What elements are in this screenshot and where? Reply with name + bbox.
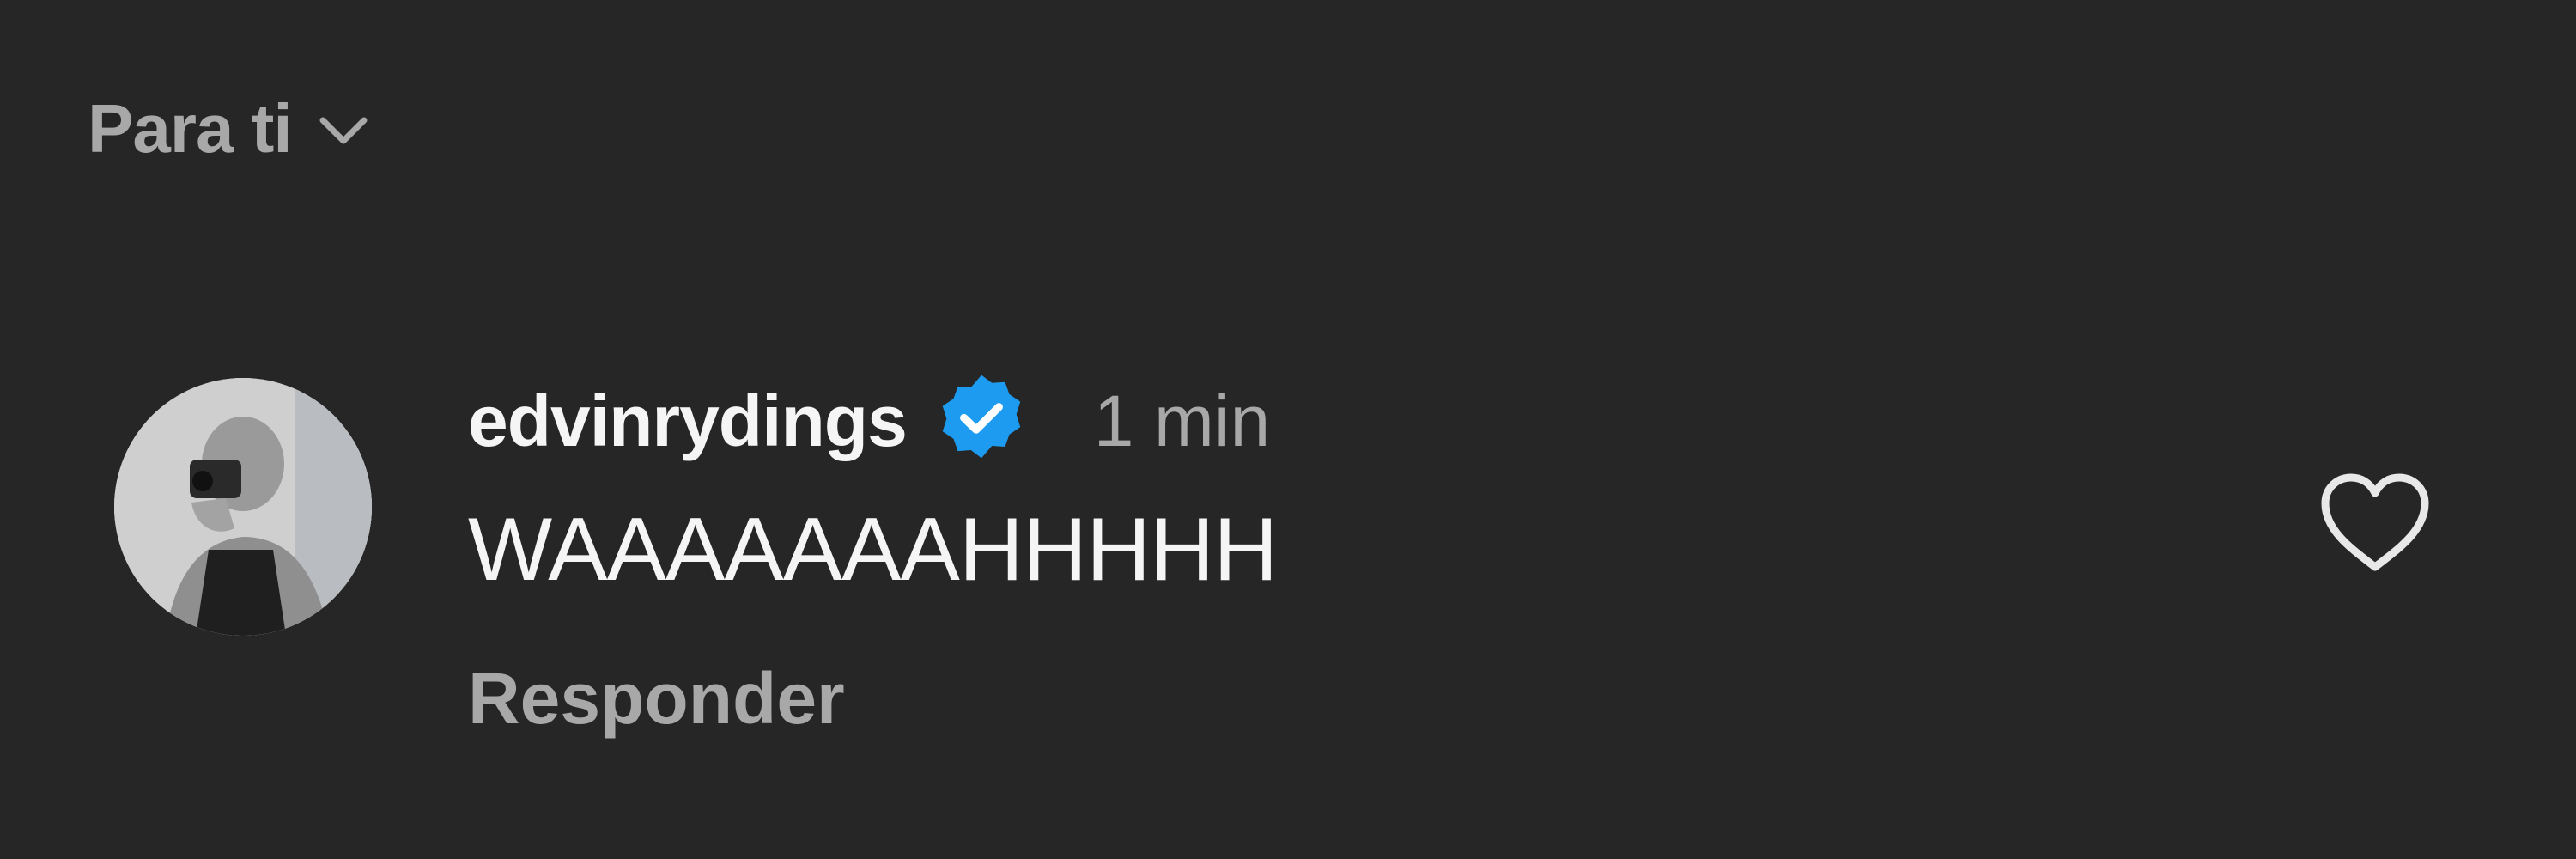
avatar[interactable] [114, 378, 372, 636]
comment-header: edvinrydings 1 min [468, 369, 1277, 472]
avatar-photo [114, 378, 372, 636]
comment: edvinrydings 1 min WAAAAAAAHHHHH Respond… [468, 369, 1278, 740]
heart-outline-icon [2321, 473, 2429, 571]
sort-filter-dropdown[interactable]: Para ti [88, 86, 369, 172]
comment-timestamp: 1 min [1093, 380, 1271, 461]
username[interactable]: edvinrydings [468, 380, 908, 463]
comment-text: WAAAAAAAHHHHH [468, 500, 1278, 600]
verified-badge-icon [942, 375, 1021, 459]
chevron-down-icon [319, 117, 368, 144]
sort-filter-label: Para ti [88, 90, 293, 167]
reply-button[interactable]: Responder [468, 657, 845, 740]
like-button[interactable] [2318, 471, 2432, 576]
